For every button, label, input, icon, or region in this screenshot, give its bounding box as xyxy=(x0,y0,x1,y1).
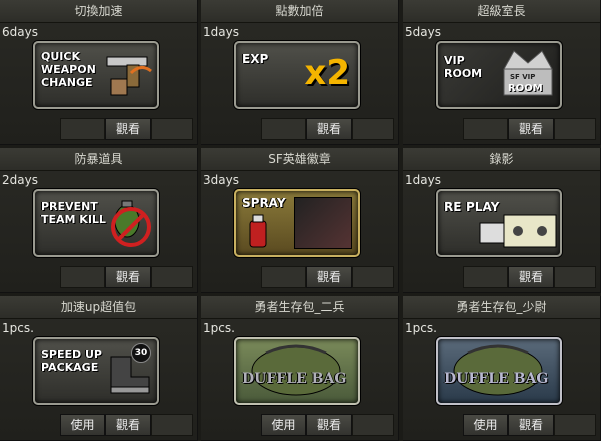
card-line-1: RE xyxy=(444,200,462,214)
view-button[interactable]: 觀看 xyxy=(105,118,151,140)
card-line-1: DUFFLE BAG xyxy=(242,371,347,387)
empty-button-slot xyxy=(60,118,105,140)
card-line-1: SPEED UP xyxy=(41,348,102,361)
item-duration: 6days xyxy=(2,25,38,39)
card-line-1: VIP xyxy=(444,54,465,67)
item-slot-speed-up-package: 加速up超值包 1pcs. SPEED UP PACKAGE 30 使用 觀看 xyxy=(0,296,198,441)
empty-button-slot xyxy=(554,118,596,140)
item-title: 防暴道具 xyxy=(0,148,197,171)
item-card-image[interactable]: DUFFLE BAG xyxy=(234,337,360,405)
grenade-prohibited-icon xyxy=(111,200,151,247)
item-slot-quick-weapon-change: 切換加速 6days QUICK WEAPON CHANGE 觀看 xyxy=(0,0,198,145)
inventory-grid: 切換加速 6days QUICK WEAPON CHANGE 觀看 點數加倍 1… xyxy=(0,0,601,441)
item-card-image[interactable]: DUFFLE BAG xyxy=(436,337,562,405)
card-line-1: SPRAY xyxy=(242,196,286,210)
cassette-tape-icon xyxy=(479,214,557,248)
empty-button-slot xyxy=(463,266,508,288)
empty-button-slot xyxy=(151,118,193,140)
item-title: 錄影 xyxy=(403,148,600,171)
item-card-image[interactable]: SPEED UP PACKAGE 30 xyxy=(33,337,159,405)
item-duration: 1pcs. xyxy=(405,321,437,335)
item-title: 切換加速 xyxy=(0,0,197,23)
view-button[interactable]: 觀看 xyxy=(508,266,554,288)
view-button[interactable]: 觀看 xyxy=(105,266,151,288)
item-card-image[interactable]: PREVENT TEAM KILL xyxy=(33,189,159,257)
card-line-1: EXP xyxy=(242,52,269,66)
empty-button-slot xyxy=(352,414,394,436)
item-card-image[interactable]: SPRAY xyxy=(234,189,360,257)
view-button[interactable]: 觀看 xyxy=(508,118,554,140)
item-duration: 2days xyxy=(2,173,38,187)
card-line-2: WEAPON xyxy=(41,63,96,76)
item-slot-sf-hero-badge: SF英雄徽章 3days SPRAY 觀看 xyxy=(201,148,399,293)
item-title: 點數加倍 xyxy=(201,0,398,23)
empty-button-slot xyxy=(463,118,508,140)
empty-button-slot xyxy=(554,414,596,436)
item-duration: 3days xyxy=(203,173,239,187)
use-button[interactable]: 使用 xyxy=(261,414,306,436)
badge-image xyxy=(294,197,352,249)
room-badge-text: ROOM xyxy=(508,83,543,94)
item-slot-vip-room: 超級室長 5days VIP ROOM SF VIP ROOM 觀看 xyxy=(403,0,601,145)
card-line-1: QUICK xyxy=(41,50,80,63)
duffle-bag-icon xyxy=(453,344,543,396)
empty-button-slot xyxy=(352,266,394,288)
card-line-2: PACKAGE xyxy=(41,361,99,374)
card-line-1: DUFFLE BAG xyxy=(444,371,549,387)
item-slot-prevent-team-kill: 防暴道具 2days PREVENT TEAM KILL 觀看 xyxy=(0,148,198,293)
card-line-3: CHANGE xyxy=(41,76,93,89)
use-button[interactable]: 使用 xyxy=(60,414,105,436)
duffle-bag-icon xyxy=(251,344,341,396)
empty-button-slot xyxy=(554,266,596,288)
x2-badge: x2 xyxy=(304,53,350,93)
item-title: 勇者生存包_少尉 xyxy=(403,296,600,319)
use-button[interactable]: 使用 xyxy=(463,414,508,436)
item-title: 勇者生存包_二兵 xyxy=(201,296,398,319)
item-title: 超級室長 xyxy=(403,0,600,23)
empty-button-slot xyxy=(261,118,306,140)
pistol-icon xyxy=(106,56,152,96)
item-duration: 1pcs. xyxy=(203,321,235,335)
view-button[interactable]: 觀看 xyxy=(306,266,352,288)
item-slot-exp-x2: 點數加倍 1days EXP x2 觀看 xyxy=(201,0,399,145)
empty-button-slot xyxy=(151,414,193,436)
item-duration: 1days xyxy=(405,173,441,187)
card-line-1: PREVENT xyxy=(41,200,98,213)
view-button[interactable]: 觀看 xyxy=(306,414,352,436)
item-duration: 1pcs. xyxy=(2,321,34,335)
card-line-2: TEAM KILL xyxy=(41,213,106,226)
item-card-image[interactable]: QUICK WEAPON CHANGE xyxy=(33,41,159,109)
item-title: SF英雄徽章 xyxy=(201,148,398,171)
empty-button-slot xyxy=(151,266,193,288)
empty-button-slot xyxy=(352,118,394,140)
empty-button-slot xyxy=(261,266,306,288)
item-card-image[interactable]: EXP x2 xyxy=(234,41,360,109)
item-title: 加速up超值包 xyxy=(0,296,197,319)
empty-button-slot xyxy=(60,266,105,288)
spray-can-icon xyxy=(249,214,267,248)
card-line-2: ROOM xyxy=(444,67,483,80)
item-card-image[interactable]: VIP ROOM SF VIP ROOM xyxy=(436,41,562,109)
item-duration: 5days xyxy=(405,25,441,39)
item-slot-replay: 錄影 1days RE PLAY 觀看 xyxy=(403,148,601,293)
view-button[interactable]: 觀看 xyxy=(306,118,352,140)
item-slot-duffle-bag-private: 勇者生存包_二兵 1pcs. DUFFLE BAG 使用 觀看 xyxy=(201,296,399,441)
count-badge: 30 xyxy=(131,343,151,363)
item-card-image[interactable]: RE PLAY xyxy=(436,189,562,257)
item-slot-duffle-bag-lieutenant: 勇者生存包_少尉 1pcs. DUFFLE BAG 使用 觀看 xyxy=(403,296,601,441)
view-button[interactable]: 觀看 xyxy=(508,414,554,436)
vip-badge-text: SF VIP xyxy=(510,73,536,81)
item-duration: 1days xyxy=(203,25,239,39)
view-button[interactable]: 觀看 xyxy=(105,414,151,436)
